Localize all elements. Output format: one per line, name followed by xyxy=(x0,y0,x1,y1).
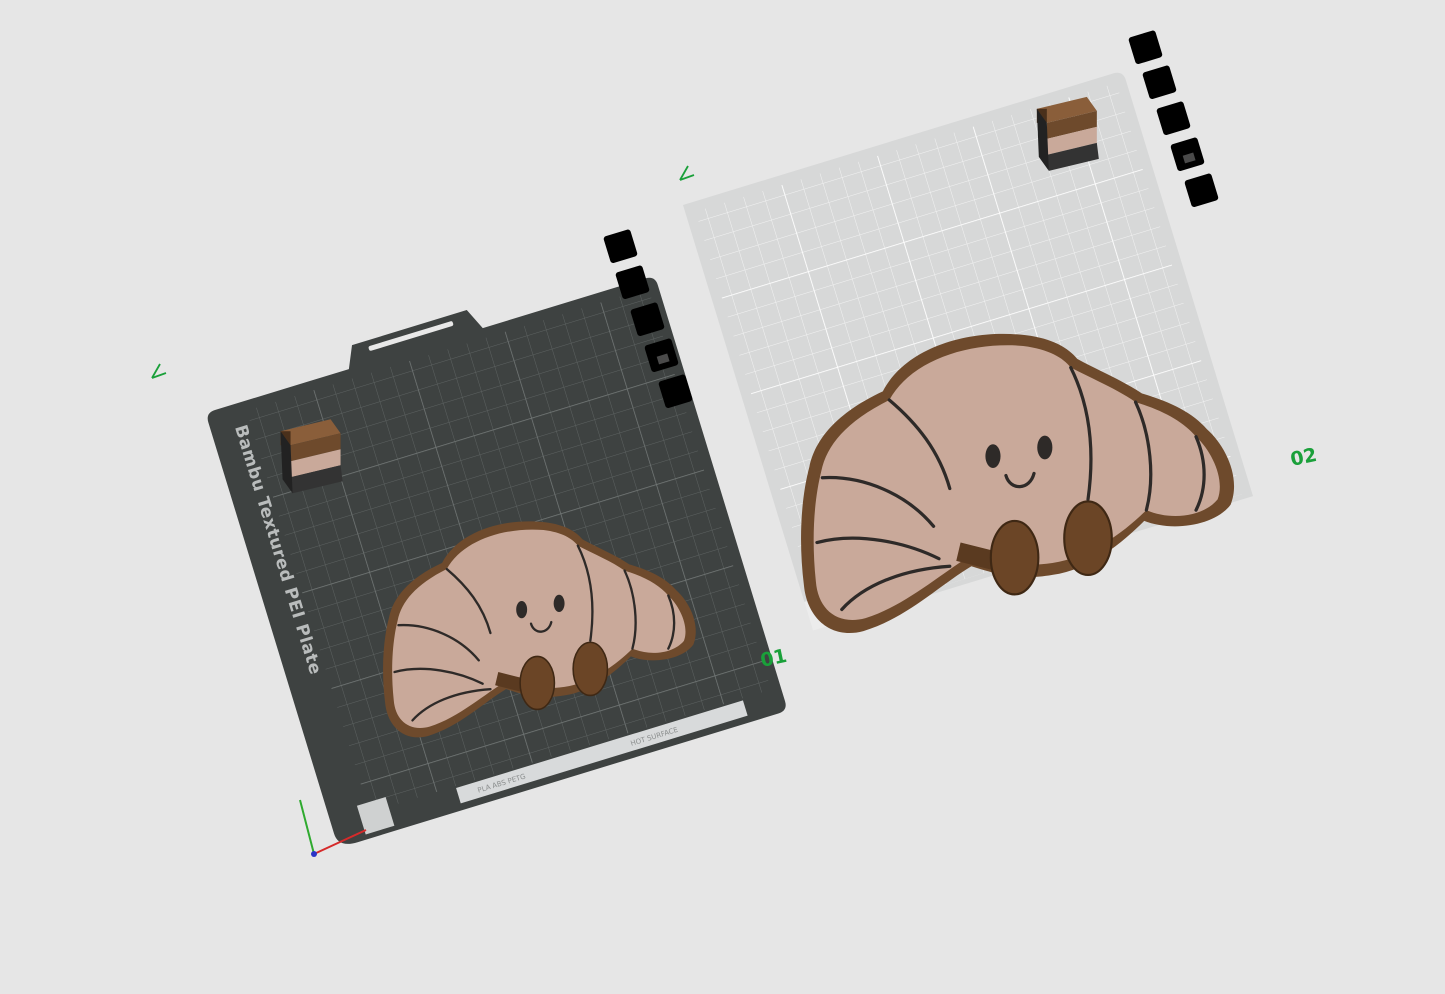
plate-1[interactable]: PLA ABS PETG HOT SURFACE Bambu Textured … xyxy=(199,254,788,848)
wipe-tower[interactable] xyxy=(1036,96,1099,171)
plate-1-label[interactable]: 01 xyxy=(758,645,788,672)
plate-2-label[interactable]: 02 xyxy=(1288,444,1318,471)
wipe-tower[interactable] xyxy=(280,419,343,494)
close-icon[interactable] xyxy=(603,228,638,264)
lock-icon[interactable] xyxy=(1170,136,1205,172)
close-icon[interactable] xyxy=(1128,29,1163,65)
auto-orient-icon[interactable] xyxy=(1142,64,1177,100)
settings-icon[interactable] xyxy=(1184,172,1219,208)
3d-viewport[interactable]: PLA ABS PETG HOT SURFACE Bambu Textured … xyxy=(0,0,1445,994)
plate-2-edit-icon[interactable] xyxy=(679,165,695,181)
arrange-icon[interactable] xyxy=(1156,100,1191,136)
plate-1-edit-icon[interactable] xyxy=(151,363,167,379)
